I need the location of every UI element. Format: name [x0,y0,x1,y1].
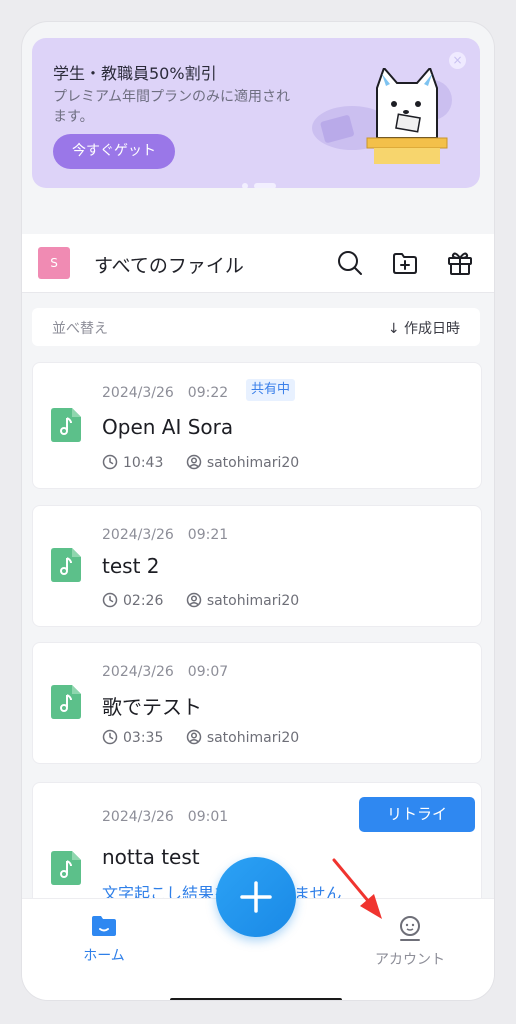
music-file-icon [51,408,81,442]
file-title: Open AI Sora [102,415,234,439]
carousel-dot[interactable] [242,183,248,188]
file-owner: satohimari20 [206,730,300,746]
file-title: 歌でテスト [102,695,202,719]
file-duration: 02:26 [123,593,164,609]
retry-button[interactable]: リトライ [359,797,475,832]
file-title: notta test [102,845,200,869]
carousel-dot-active[interactable] [254,183,276,188]
banner-subtitle: プレミアム年間プランのみに適用されます。 [53,89,291,125]
file-meta: 03:35 satohimari20 [102,729,299,746]
add-button[interactable] [216,857,296,937]
sort-bar: 並べ替え ↓ 作成日時 [32,308,480,346]
shared-badge: 共有中 [246,379,296,401]
file-duration: 03:35 [123,730,164,746]
close-icon[interactable]: × [449,52,466,69]
nav-home[interactable]: ホーム [78,915,130,965]
promo-banner[interactable]: 学生・教職員50%割引 プレミアム年間プランのみに適用されます。 今すぐゲット … [32,38,480,188]
add-folder-icon[interactable] [390,248,420,278]
file-duration: 10:43 [123,455,164,471]
user-icon [186,592,202,608]
page-title: すべてのファイル [94,255,244,277]
sort-label: 並べ替え [52,321,108,337]
file-owner: satohimari20 [206,593,300,609]
app-screen: 学生・教職員50%割引 プレミアム年間プランのみに適用されます。 今すぐゲット … [22,22,494,1000]
get-now-button[interactable]: 今すぐゲット [53,134,175,169]
account-icon [400,916,420,941]
file-meta: 10:43 satohimari20 [102,454,299,471]
file-date: 2024/3/26 09:22 [102,385,229,401]
carousel-dots[interactable] [242,174,282,188]
files-header: S すべてのファイル [22,234,494,293]
nav-home-label: ホーム [83,948,125,964]
user-icon [186,729,202,745]
sort-dropdown[interactable]: ↓ 作成日時 [388,318,460,338]
banner-title: 学生・教職員50%割引 [53,64,217,83]
user-icon [186,454,202,470]
file-date: 2024/3/26 09:21 [102,527,229,543]
file-meta: 02:26 satohimari20 [102,592,299,609]
gift-icon[interactable] [445,248,475,278]
file-card[interactable]: 2024/3/26 09:22 共有中 Open AI Sora 10:43 s… [32,362,482,489]
file-card[interactable]: 2024/3/26 09:21 test 2 02:26 satohimari2… [32,505,482,627]
file-date: 2024/3/26 09:01 [102,809,229,825]
nav-account-label: アカウント [375,952,445,968]
plus-icon [240,881,272,913]
music-file-icon [51,685,81,719]
cat-mascot-illustration [312,68,452,164]
avatar[interactable]: S [38,247,70,279]
home-folder-icon [92,916,116,936]
clock-icon [102,592,118,608]
file-title: test 2 [102,554,160,578]
music-file-icon [51,548,81,582]
clock-icon [102,729,118,745]
nav-account[interactable]: アカウント [362,915,458,969]
search-icon[interactable] [335,248,365,278]
file-owner: satohimari20 [206,455,300,471]
file-date: 2024/3/26 09:07 [102,664,229,680]
clock-icon [102,454,118,470]
home-indicator [170,998,342,1000]
music-file-icon [51,851,81,885]
file-card[interactable]: 2024/3/26 09:07 歌でテスト 03:35 satohimari20 [32,642,482,764]
